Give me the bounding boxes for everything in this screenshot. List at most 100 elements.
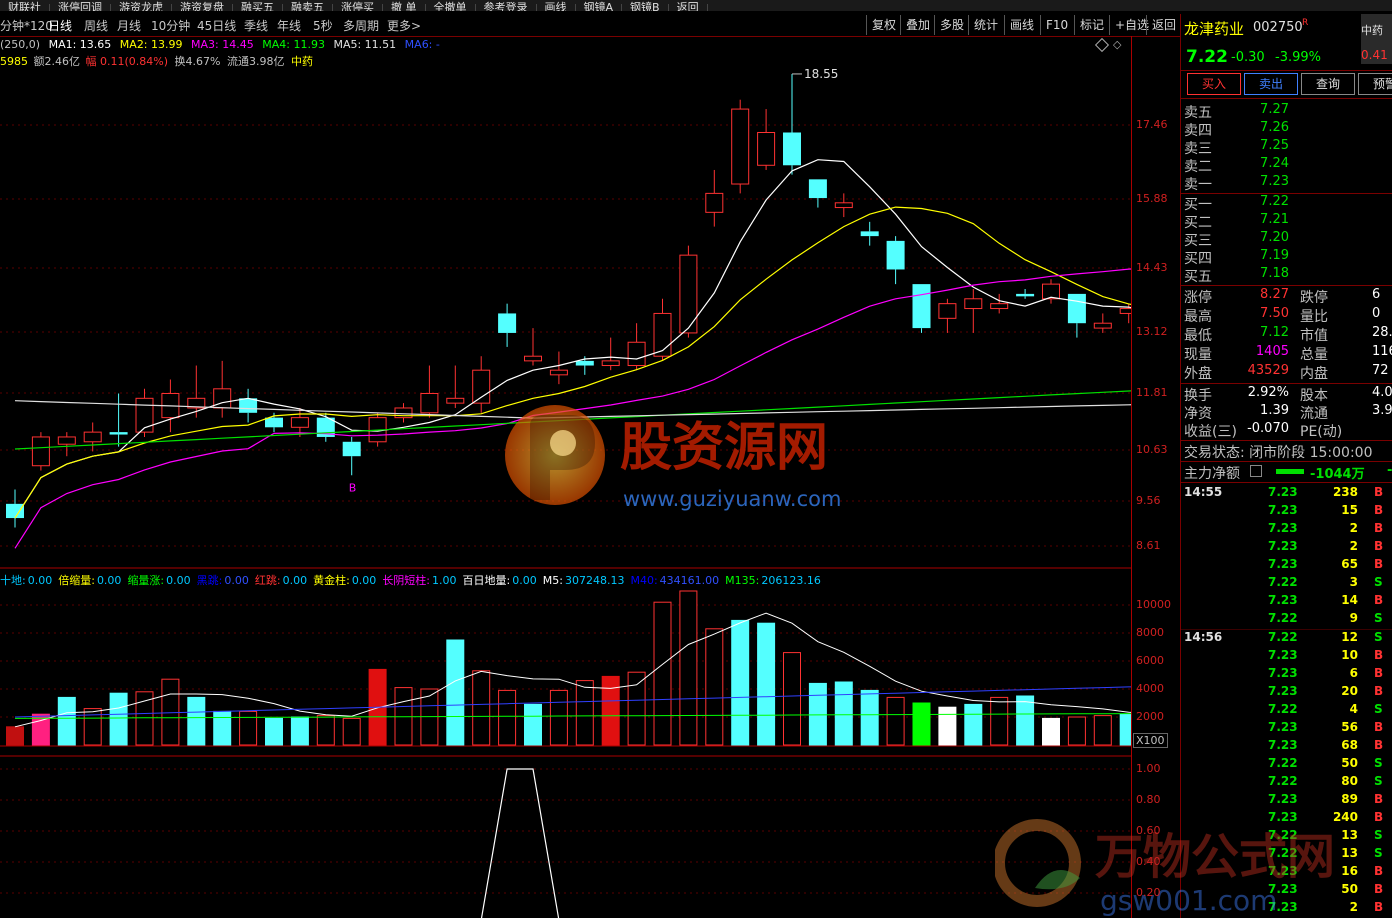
volume-bar bbox=[290, 716, 309, 746]
bid-row[interactable]: 买五 7.18 bbox=[1184, 266, 1392, 285]
period-tab[interactable]: 45日线 bbox=[197, 17, 236, 34]
period-tab[interactable]: 日线 bbox=[48, 17, 72, 34]
fund-value: 1.39 bbox=[1260, 403, 1289, 418]
tick-side: S bbox=[1374, 630, 1383, 644]
tick-volume: 4 bbox=[1349, 702, 1358, 716]
tick-volume: 89 bbox=[1341, 792, 1358, 806]
period-tab[interactable]: 周线 bbox=[84, 17, 108, 34]
query-button[interactable]: 查询 bbox=[1301, 73, 1355, 95]
chart-tool-button[interactable]: 画线 bbox=[1004, 15, 1039, 35]
tick-side: S bbox=[1374, 702, 1383, 716]
price-tick-label: 10.63 bbox=[1136, 443, 1168, 456]
indicator-label: 百日地量: bbox=[462, 574, 511, 587]
candle-body bbox=[446, 397, 465, 404]
period-tab[interactable]: 10分钟 bbox=[151, 17, 190, 34]
r-tag: R bbox=[1302, 18, 1309, 28]
price-tick-label: 14.43 bbox=[1136, 261, 1168, 274]
volume-bar bbox=[498, 689, 517, 746]
fund-value: -0.070 bbox=[1247, 421, 1289, 436]
sell-button[interactable]: 卖出 bbox=[1244, 73, 1298, 95]
stat-value: 28. bbox=[1372, 325, 1392, 340]
period-current[interactable]: 分钟*120 bbox=[0, 17, 53, 34]
ask-row[interactable]: 卖五 7.27 bbox=[1184, 102, 1392, 121]
toolbar-button[interactable]: 融卖五 bbox=[283, 2, 333, 11]
tick-volume: 12 bbox=[1341, 630, 1358, 644]
toolbar-button[interactable]: 涨停买 bbox=[333, 2, 383, 11]
ask-row[interactable]: 卖二 7.24 bbox=[1184, 156, 1392, 175]
grid-icon[interactable] bbox=[1250, 465, 1262, 477]
divider bbox=[1181, 285, 1392, 286]
toolbar-button[interactable]: 参考登录 bbox=[476, 2, 537, 11]
chart-tool-button[interactable]: 统计 bbox=[968, 15, 1003, 35]
price-tick-label: 17.46 bbox=[1136, 118, 1168, 131]
candle-body bbox=[964, 298, 983, 310]
volume-bar bbox=[161, 678, 180, 746]
stat-label: 跌停 bbox=[1300, 290, 1328, 306]
tick-row: 7.23 20 B bbox=[1184, 684, 1392, 702]
bid-row[interactable]: 买四 7.19 bbox=[1184, 248, 1392, 267]
ask-row[interactable]: 卖三 7.25 bbox=[1184, 138, 1392, 157]
buy-button[interactable]: 买入 bbox=[1187, 73, 1241, 95]
toolbar-button[interactable]: 财联社 bbox=[0, 2, 50, 11]
candle-body bbox=[290, 417, 309, 428]
candle-body bbox=[498, 313, 517, 333]
period-tab[interactable]: 年线 bbox=[277, 17, 301, 34]
chart-tool-button[interactable]: F10 bbox=[1040, 15, 1073, 35]
period-tab[interactable]: 月线 bbox=[117, 17, 141, 34]
tick-side: B bbox=[1374, 738, 1384, 752]
bid-price: 7.19 bbox=[1260, 248, 1289, 263]
chart-tool-button[interactable]: 返回 bbox=[1146, 15, 1181, 35]
tick-row: 7.23 15 B bbox=[1184, 503, 1392, 521]
toolbar-button[interactable]: 画线 bbox=[537, 2, 576, 11]
stat-label: 外盘 bbox=[1184, 366, 1212, 382]
chart-tool-button[interactable]: 复权 bbox=[866, 15, 901, 35]
period-tab[interactable]: 5秒 bbox=[313, 17, 333, 34]
bid-row[interactable]: 买三 7.20 bbox=[1184, 230, 1392, 249]
indicator-value: 307248.13 bbox=[564, 574, 625, 587]
bid-row[interactable]: 买一 7.22 bbox=[1184, 194, 1392, 213]
tick-volume: 3 bbox=[1349, 575, 1358, 589]
volume-bar bbox=[316, 715, 335, 746]
stat-label: 最高 bbox=[1184, 309, 1212, 325]
candle-body bbox=[342, 441, 361, 457]
bid-row[interactable]: 买二 7.21 bbox=[1184, 212, 1392, 231]
price-tick-label: 9.56 bbox=[1136, 494, 1161, 507]
toolbar-button[interactable]: 游资复盘 bbox=[172, 2, 233, 11]
period-tab[interactable]: 多周期 bbox=[343, 17, 379, 34]
volume-scale: X100 bbox=[1133, 733, 1168, 748]
fund-row: 净资 1.39 流通 3.9 bbox=[1184, 403, 1392, 422]
period-tab[interactable]: 季线 bbox=[244, 17, 268, 34]
candle-body bbox=[757, 131, 776, 166]
tick-price: 7.23 bbox=[1268, 738, 1298, 752]
tick-volume: 15 bbox=[1341, 503, 1358, 517]
fund-label: 换手 bbox=[1184, 388, 1212, 404]
toolbar-button[interactable]: 钢镜A bbox=[576, 2, 623, 11]
ask-row[interactable]: 卖四 7.26 bbox=[1184, 120, 1392, 139]
candle-body bbox=[653, 312, 672, 357]
period-tab[interactable]: 更多> bbox=[387, 17, 421, 34]
toolbar-button[interactable]: 全撤单 bbox=[426, 2, 476, 11]
toolbar-button[interactable]: 涨停回调 bbox=[50, 2, 111, 11]
indicator-label: M135: bbox=[725, 574, 760, 587]
fund-label: 流通 bbox=[1300, 406, 1328, 422]
chart-tool-button[interactable]: 叠加 bbox=[900, 15, 935, 35]
toolbar-button[interactable]: 融买五 bbox=[233, 2, 283, 11]
toolbar-button[interactable]: 游资龙虎 bbox=[111, 2, 172, 11]
alert-button[interactable]: 预警 bbox=[1358, 73, 1392, 95]
tick-side: B bbox=[1374, 503, 1384, 517]
stat-row: 最低 7.12 市值 28. bbox=[1184, 325, 1392, 344]
toolbar-button[interactable]: 返回 bbox=[669, 2, 708, 11]
candle-body bbox=[239, 398, 258, 413]
toolbar-button[interactable]: 钢镜B bbox=[622, 2, 669, 11]
divider bbox=[1181, 461, 1392, 462]
chart-tool-button[interactable]: 标记 bbox=[1074, 15, 1109, 35]
tick-side: B bbox=[1374, 792, 1384, 806]
tick-volume: 68 bbox=[1341, 738, 1358, 752]
stock-name: 龙津药业 bbox=[1184, 20, 1245, 38]
volume-indicator-legend: 十地: 0.00 倍缩量: 0.00 缩量涨: 0.00 黑跳: 0.00 红跳: 0.00 黄金柱… bbox=[0, 572, 827, 588]
volume-bar bbox=[1093, 715, 1112, 746]
ask-row[interactable]: 卖一 7.23 bbox=[1184, 174, 1392, 193]
toolbar-button[interactable]: 撤 单 bbox=[383, 2, 426, 11]
price-tick-label: 15.88 bbox=[1136, 192, 1168, 205]
chart-tool-button[interactable]: 多股 bbox=[934, 15, 969, 35]
